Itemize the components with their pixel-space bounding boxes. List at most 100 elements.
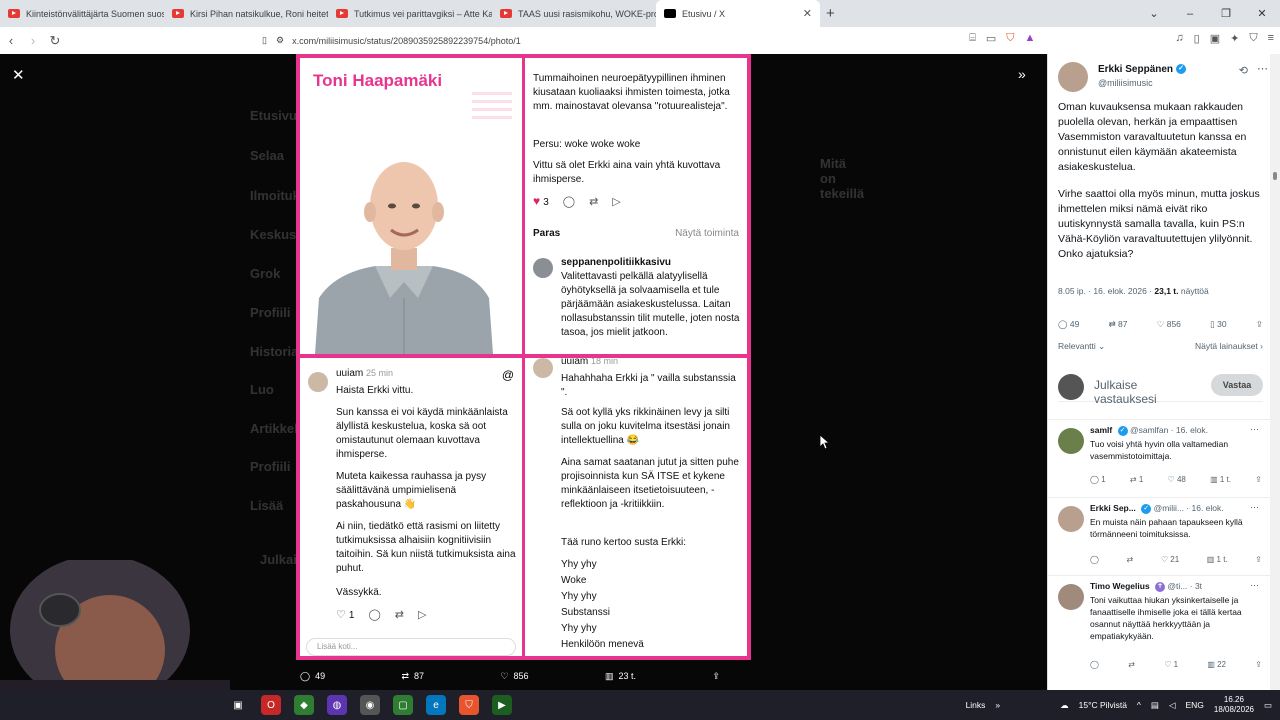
reply-submit-button[interactable]: Vastaa	[1211, 374, 1263, 396]
links-toolbar[interactable]: Links	[966, 700, 986, 710]
brave-icon[interactable]: ⛉	[459, 695, 479, 715]
edge-icon[interactable]: e	[426, 695, 446, 715]
overflow-icon[interactable]: »	[995, 700, 1000, 710]
language-indicator[interactable]: ENG	[1186, 700, 1204, 710]
share-icon[interactable]: ⇪	[1255, 475, 1262, 484]
maximize-button[interactable]: ❐	[1208, 0, 1244, 27]
app-icon[interactable]: ◆	[294, 695, 314, 715]
reply-icon[interactable]: ◯	[1090, 660, 1099, 669]
vpn-icon[interactable]: ⛉	[1249, 32, 1257, 45]
task-view-icon[interactable]: ▣	[228, 695, 248, 715]
sidebar-icon[interactable]: ▯	[1194, 32, 1200, 45]
chart-icon: ▥	[604, 670, 614, 681]
share-icon[interactable]: ⇪	[1255, 555, 1262, 564]
browser-tab-active[interactable]: Etusivu / X ✕	[656, 0, 820, 27]
cast-icon[interactable]: ▭	[986, 32, 996, 45]
extensions-icon[interactable]: ✦	[1230, 32, 1239, 45]
media-icon[interactable]: ♫	[1175, 32, 1183, 45]
repost-icon[interactable]: ⇄ 1	[1130, 475, 1143, 484]
window-controls: ⌄ – ❐ ✕	[1136, 0, 1280, 27]
minimize-button[interactable]: –	[1172, 0, 1208, 27]
views-icon[interactable]: ▥ 1 t.	[1210, 475, 1231, 484]
address-bar: ‹ › ↻ ▯ ⚙ x.com/miliisimusic/status/208903…	[0, 27, 1280, 54]
scrollbar[interactable]	[1270, 54, 1280, 690]
more-icon[interactable]: ⋯	[1250, 580, 1259, 591]
like-button[interactable]: ♡ 856	[500, 671, 528, 682]
reply-item[interactable]: samlf ✓ @samlfan · 16. elok. ⋯ Tuo voisi…	[1048, 419, 1273, 497]
brave-shield-icon[interactable]: ⛉	[1006, 32, 1014, 45]
heart-icon[interactable]: ♡ 21	[1161, 555, 1179, 564]
browser-tab[interactable]: Kirsi Pihan natsikulkue, Roni heitetti..…	[164, 0, 328, 27]
more-icon[interactable]: ⋯	[1250, 424, 1259, 435]
tab-search-icon[interactable]: ⌄	[1136, 0, 1172, 27]
avatar	[1058, 428, 1084, 454]
translate-icon[interactable]: ⌸	[969, 32, 976, 45]
network-icon[interactable]: ▤	[1151, 700, 1159, 711]
tray-chevron-icon[interactable]: ^	[1137, 700, 1141, 710]
site-info-icon[interactable]: ⚙	[276, 35, 284, 46]
sort-dropdown[interactable]: Relevantti ⌄	[1058, 341, 1105, 352]
reply-icon[interactable]: ◯ 1	[1090, 475, 1106, 484]
reply-item[interactable]: Erkki Sep... ✓ @milii... · 16. elok. ⋯ E…	[1048, 497, 1273, 575]
weather-icon: ☁	[1060, 699, 1069, 710]
close-icon[interactable]: ✕	[12, 66, 25, 84]
forward-icon[interactable]: ›	[22, 33, 44, 48]
browser-tab[interactable]: Tutkimus vei parittavgiksi – Atte Ka...	[328, 0, 492, 27]
system-tray: Links » ☁ 15°C Pilvistä ^ ▤ ◁ ENG 16.26 1…	[966, 690, 1272, 720]
view-quotes-link[interactable]: Näytä lainaukset ›	[1195, 341, 1263, 352]
share-icon[interactable]: ⇪	[1256, 319, 1263, 330]
repost-icon[interactable]: ⇄	[1127, 555, 1134, 564]
grok-icon[interactable]: ⟲	[1239, 64, 1248, 77]
steam-icon[interactable]: ◉	[360, 695, 380, 715]
back-icon[interactable]: ‹	[0, 33, 22, 48]
heart-icon[interactable]: ♡ 48	[1168, 475, 1186, 484]
share-button[interactable]: ⇪	[712, 671, 720, 682]
threads-icon: @	[501, 368, 514, 382]
reply-count[interactable]: ◯ 49	[1058, 319, 1079, 330]
bookmark-icon[interactable]: ▯	[262, 35, 267, 46]
more-icon[interactable]: ⋯	[1257, 62, 1268, 75]
repost-icon: ⇄	[401, 670, 410, 681]
volume-icon[interactable]: ◁	[1169, 700, 1176, 711]
views-button[interactable]: ▥ 23 t.	[605, 671, 636, 682]
like-count[interactable]: ♡ 856	[1157, 319, 1181, 330]
reply-input[interactable]: Julkaise vastauksesi	[1094, 378, 1184, 406]
browser-tab[interactable]: Kiinteistönvälittäjärta Suomen suosi...	[0, 0, 164, 27]
repost-count[interactable]: ⇄ 87	[1109, 319, 1128, 330]
reply-button[interactable]: ◯ 49	[300, 671, 325, 682]
tab-bar: Kiinteistönvälittäjärta Suomen suosi... …	[0, 0, 1280, 27]
tweet-author[interactable]: Erkki Seppänen ✓ @miliisimusic ⟲ ⋯	[1058, 62, 1268, 98]
reply-icon[interactable]: ◯	[1090, 555, 1099, 564]
menu-icon[interactable]: ≡	[1268, 32, 1274, 45]
close-tab-icon[interactable]: ✕	[803, 7, 812, 20]
views-icon[interactable]: ▥ 1 t.	[1207, 555, 1228, 564]
heart-icon[interactable]: ♡ 1	[1164, 660, 1178, 669]
more-icon[interactable]: ⋯	[1250, 502, 1259, 513]
clock[interactable]: 16.26 18/08/2026	[1214, 695, 1254, 715]
close-window-button[interactable]: ✕	[1244, 0, 1280, 27]
repost-button[interactable]: ⇄ 87	[402, 671, 425, 682]
verified-badge-icon: ✓	[1117, 425, 1128, 436]
reply-item[interactable]: Timo Wegelius ✝ @ti... · 3t ⋯ Toni vaiku…	[1048, 575, 1273, 685]
obs-icon[interactable]: ▢	[393, 695, 413, 715]
tweet-stats: ◯ 49 ⇄ 87 ♡ 856 ▯ 30 ⇪	[1058, 319, 1263, 330]
url-field[interactable]: ▯ ⚙ x.com/miliisimusic/status/208903592589…	[262, 32, 926, 49]
bookmark-count[interactable]: ▯ 30	[1210, 319, 1227, 330]
avatar[interactable]	[1058, 62, 1088, 92]
opera-icon[interactable]: O	[261, 695, 281, 715]
tweet-sidebar: Erkki Seppänen ✓ @miliisimusic ⟲ ⋯ Oman k…	[1047, 54, 1280, 690]
heart-icon: ♥ 3	[533, 194, 549, 208]
weather-text[interactable]: 15°C Pilvistä	[1079, 700, 1127, 710]
views-icon[interactable]: ▥ 22	[1207, 660, 1226, 669]
rewards-icon[interactable]: ▲	[1025, 32, 1036, 45]
expand-icon[interactable]: »	[1018, 66, 1026, 82]
share-icon[interactable]: ⇪	[1255, 660, 1262, 669]
media-player-icon[interactable]: ▶	[492, 695, 512, 715]
notifications-icon[interactable]: ▭	[1264, 700, 1272, 711]
reload-icon[interactable]: ↻	[44, 33, 66, 49]
new-tab-button[interactable]: +	[826, 5, 835, 22]
wallet-icon[interactable]: ▣	[1210, 32, 1220, 45]
browser-tab[interactable]: TAAS uusi rasismikohu, WOKE-profe...	[492, 0, 656, 27]
discord-icon[interactable]: ◍	[327, 695, 347, 715]
repost-icon[interactable]: ⇄	[1128, 660, 1135, 669]
